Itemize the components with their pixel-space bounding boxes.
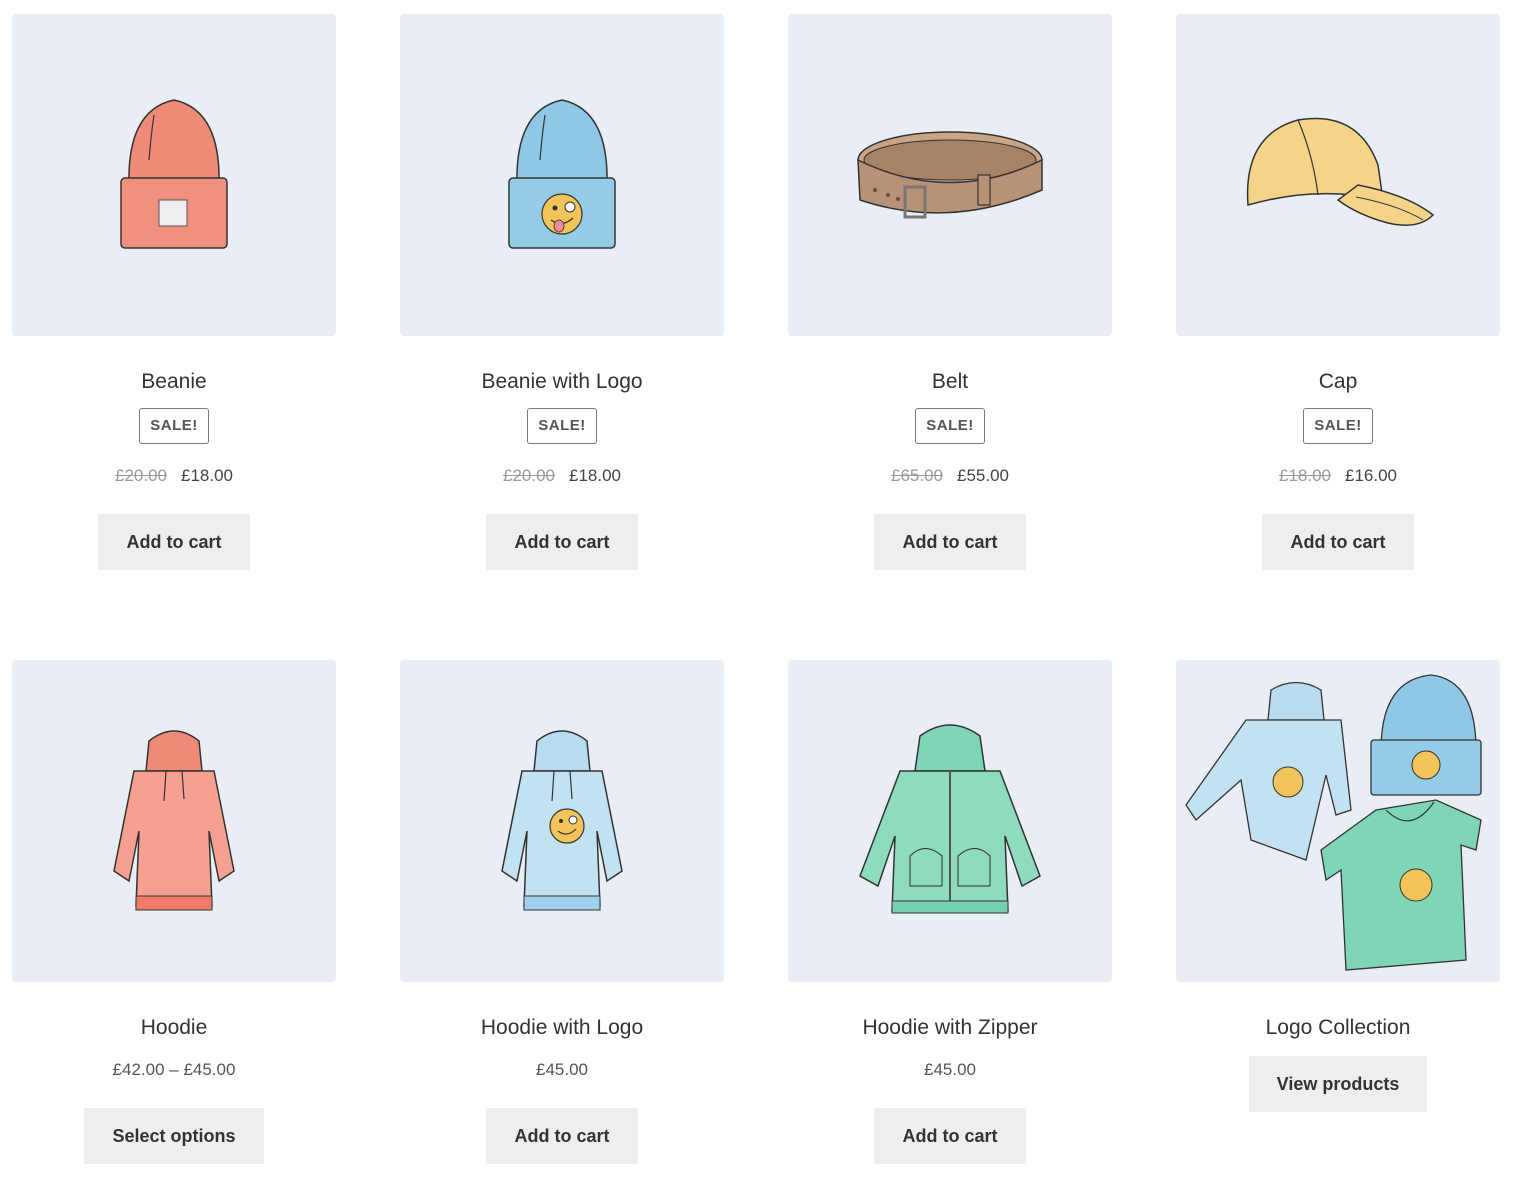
sale-badge: SALE! <box>139 408 209 444</box>
brown-belt-image <box>857 131 1043 219</box>
product-image-cap[interactable] <box>1176 14 1500 336</box>
original-price: £20.00 <box>115 466 167 485</box>
product-image-belt[interactable] <box>788 14 1112 336</box>
product-title[interactable]: Beanie with Logo <box>400 370 724 394</box>
product-card-logo-collection: Logo Collection View products <box>1176 660 1500 1112</box>
logo-collection-image <box>1185 674 1482 971</box>
product-image-beanie-with-logo[interactable] <box>400 14 724 336</box>
product-card-hoodie: Hoodie £42.00 – £45.00 Select options <box>12 660 336 1164</box>
product-title[interactable]: Logo Collection <box>1176 1016 1500 1040</box>
price: £20.00 £18.00 <box>12 466 336 486</box>
product-image-hoodie[interactable] <box>12 660 336 982</box>
add-to-cart-button[interactable]: Add to cart <box>874 1108 1026 1164</box>
add-to-cart-button[interactable]: Add to cart <box>486 514 638 570</box>
product-image-logo-collection[interactable] <box>1176 660 1500 982</box>
product-title[interactable]: Hoodie with Logo <box>400 1016 724 1040</box>
add-to-cart-button[interactable]: Add to cart <box>874 514 1026 570</box>
blue-hoodie-logo-image <box>501 730 623 911</box>
product-image-hoodie-with-logo[interactable] <box>400 660 724 982</box>
sale-badge: SALE! <box>915 408 985 444</box>
price: £20.00 £18.00 <box>400 466 724 486</box>
product-title[interactable]: Hoodie with Zipper <box>788 1016 1112 1040</box>
product-card-beanie: Beanie SALE! £20.00 £18.00 Add to cart <box>12 14 336 570</box>
product-title[interactable]: Hoodie <box>12 1016 336 1040</box>
price: £45.00 <box>924 1060 976 1079</box>
add-to-cart-button[interactable]: Add to cart <box>98 514 250 570</box>
select-options-button[interactable]: Select options <box>84 1108 264 1164</box>
add-to-cart-button[interactable]: Add to cart <box>486 1108 638 1164</box>
product-title[interactable]: Beanie <box>12 370 336 394</box>
product-card-belt: Belt SALE! £65.00 £55.00 Add to cart <box>788 14 1112 570</box>
product-title[interactable]: Belt <box>788 370 1112 394</box>
product-card-hoodie-with-zipper: Hoodie with Zipper £45.00 Add to cart <box>788 660 1112 1164</box>
price: £45.00 <box>536 1060 588 1079</box>
sale-badge: SALE! <box>1303 408 1373 444</box>
sale-price: £55.00 <box>957 466 1009 485</box>
original-price: £18.00 <box>1279 466 1331 485</box>
red-hoodie-image <box>113 730 235 911</box>
sale-price: £18.00 <box>181 466 233 485</box>
price: £18.00 £16.00 <box>1176 466 1500 486</box>
original-price: £65.00 <box>891 466 943 485</box>
product-card-hoodie-with-logo: Hoodie with Logo £45.00 Add to cart <box>400 660 724 1164</box>
product-image-hoodie-with-zipper[interactable] <box>788 660 1112 982</box>
product-grid: Beanie SALE! £20.00 £18.00 Add to cart Be… <box>0 0 1522 1200</box>
original-price: £20.00 <box>503 466 555 485</box>
yellow-cap-image <box>1246 117 1435 226</box>
green-zip-hoodie-image <box>859 724 1041 914</box>
product-title[interactable]: Cap <box>1176 370 1500 394</box>
sale-price: £18.00 <box>569 466 621 485</box>
blue-beanie-logo-image <box>508 99 616 249</box>
price: £65.00 £55.00 <box>788 466 1112 486</box>
product-image-beanie[interactable] <box>12 14 336 336</box>
sale-price: £16.00 <box>1345 466 1397 485</box>
view-products-button[interactable]: View products <box>1248 1056 1428 1112</box>
product-card-beanie-with-logo: Beanie with Logo SALE! £20.00 £18.00 Add … <box>400 14 724 570</box>
price-range: £42.00 – £45.00 <box>112 1060 236 1079</box>
product-card-cap: Cap SALE! £18.00 £16.00 Add to cart <box>1176 14 1500 570</box>
add-to-cart-button[interactable]: Add to cart <box>1262 514 1414 570</box>
red-beanie-image <box>120 99 228 249</box>
sale-badge: SALE! <box>527 408 597 444</box>
